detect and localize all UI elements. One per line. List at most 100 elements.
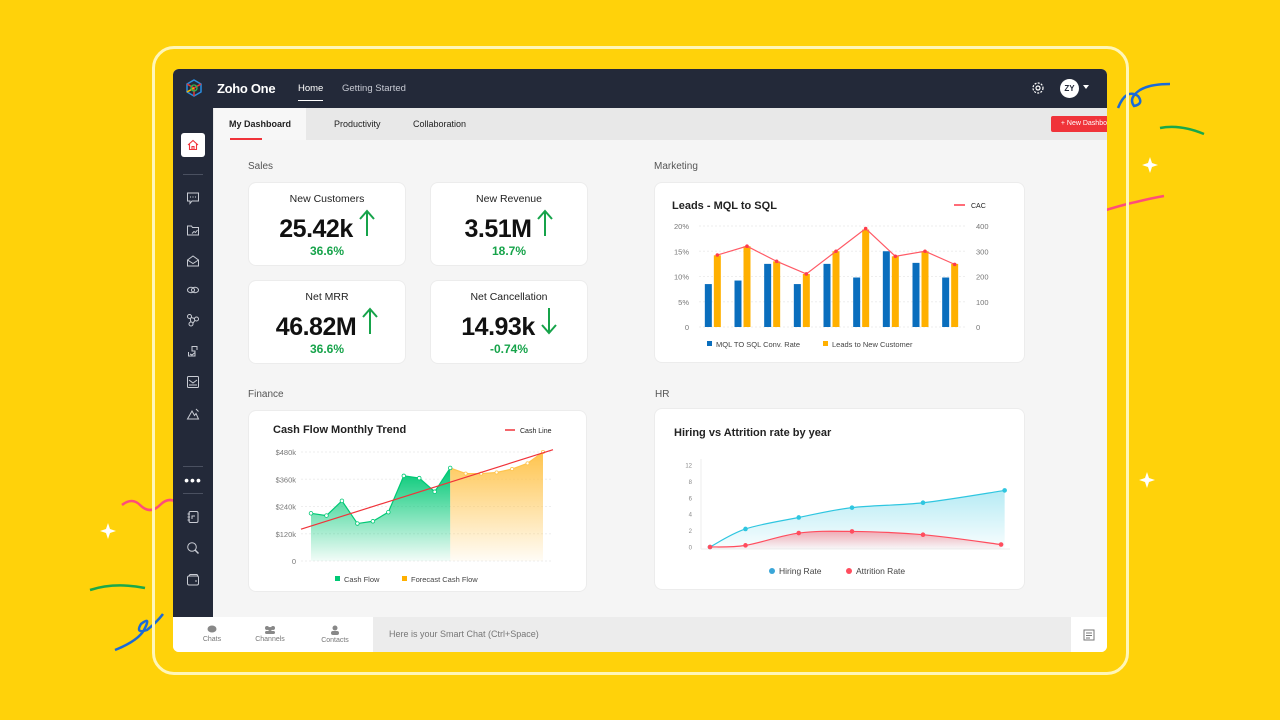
nav-getting-started[interactable]: Getting Started — [342, 83, 406, 94]
kpi-title: New Revenue — [431, 193, 587, 205]
group-icon — [264, 625, 276, 634]
nav-home[interactable]: Home — [298, 83, 323, 94]
zoho-logo-icon — [184, 78, 204, 98]
arrow-up-icon — [362, 307, 378, 335]
kpi-value: 14.93k — [461, 313, 534, 341]
arrow-up-icon — [359, 209, 375, 237]
bar-leads — [714, 255, 721, 327]
bar-mql — [764, 264, 771, 327]
legend-forecast-swatch — [402, 576, 407, 581]
sidebar-item-cliq[interactable] — [183, 188, 203, 208]
sidebar-item-insights[interactable] — [183, 404, 203, 424]
divider — [183, 493, 203, 494]
attrition-point — [921, 532, 926, 537]
kpi-change: 36.6% — [249, 244, 405, 258]
divider — [183, 174, 203, 175]
cashflow-point — [387, 510, 391, 514]
section-finance: Finance — [248, 389, 284, 400]
kpi-card: Net Cancellation 14.93k -0.74% — [430, 280, 588, 364]
y-right-tick: 300 — [976, 247, 989, 256]
contacts-button[interactable]: Contacts — [315, 625, 355, 644]
bar-leads — [922, 251, 929, 327]
legend-hiring: Hiring Rate — [779, 566, 822, 576]
smart-chat-input[interactable]: Here is your Smart Chat (Ctrl+Space) — [373, 617, 1071, 652]
cashflow-point — [417, 476, 421, 480]
chat-bubble-icon — [207, 625, 217, 634]
bar-mql — [942, 278, 949, 327]
legend-cashflow: Cash Flow — [344, 575, 380, 584]
kpi-card: New Revenue 3.51M 18.7% — [430, 182, 588, 266]
bar-mql — [794, 284, 801, 327]
cac-point — [716, 253, 720, 257]
cac-point — [864, 227, 868, 231]
app-window: Zoho One Home Getting Started ZY ••• My … — [173, 69, 1107, 652]
legend-attrition-dot — [846, 568, 852, 574]
bar-mql — [913, 263, 920, 327]
sidebar-item-workdrive[interactable] — [183, 220, 203, 240]
hiring-point — [743, 527, 748, 532]
hiring-point — [921, 500, 926, 505]
sign-icon — [186, 344, 200, 358]
avatar[interactable]: ZY — [1060, 79, 1079, 98]
bar-mql — [883, 251, 890, 327]
hr-chart: 0246812Hiring RateAttrition Rate — [655, 409, 1026, 591]
arrow-down-icon — [541, 307, 557, 335]
leads-chart: 005%10010%20015%30020%400CACMQL TO SQL C… — [655, 183, 1026, 364]
cashflow-chart: 0$120k$240k$360k$480kCash LineCash FlowF… — [249, 411, 588, 593]
legend-cac: CAC — [971, 203, 986, 210]
y-tick: $360k — [276, 475, 297, 484]
gear-icon[interactable] — [1031, 81, 1045, 95]
kpi-card: New Customers 25.42k 36.6% — [248, 182, 406, 266]
hiring-point — [796, 515, 801, 520]
chats-button[interactable]: Chats — [192, 625, 232, 643]
more-icon[interactable]: ••• — [183, 470, 203, 490]
y-tick: $120k — [276, 530, 297, 539]
sidebar-item-search[interactable] — [183, 538, 203, 558]
sidebar-item-notebook[interactable] — [183, 507, 203, 527]
attrition-point — [999, 542, 1004, 547]
channels-button[interactable]: Channels — [250, 625, 290, 643]
y-left-tick: 5% — [678, 298, 689, 307]
y-tick: 6 — [689, 496, 693, 502]
cashflow-point — [433, 490, 437, 494]
sidebar-item-sign[interactable] — [183, 341, 203, 361]
cac-point — [805, 272, 809, 276]
tab-my-dashboard[interactable]: My Dashboard — [214, 108, 306, 140]
person-icon — [330, 625, 340, 635]
chevron-down-icon[interactable] — [1083, 85, 1089, 89]
notes-icon[interactable] — [1082, 628, 1096, 642]
cashflow-point — [340, 499, 344, 503]
leads-chart-card: Leads - MQL to SQL 005%10010%20015%30020… — [654, 182, 1025, 363]
chat-icon — [186, 191, 200, 205]
cashflow-chart-card: Cash Flow Monthly Trend 0$120k$240k$360k… — [248, 410, 587, 592]
sidebar-item-analytics[interactable] — [183, 372, 203, 392]
sidebar-item-wallet[interactable] — [183, 570, 203, 590]
forecast-point — [464, 472, 467, 475]
sidebar-item-links[interactable] — [183, 280, 203, 300]
kpi-change: -0.74% — [431, 342, 587, 356]
y-left-tick: 10% — [674, 273, 689, 282]
bar-mql — [705, 284, 712, 327]
sidebar-item-network[interactable] — [183, 310, 203, 330]
legend-forecast: Forecast Cash Flow — [411, 575, 478, 584]
bar-mql — [735, 281, 742, 327]
tab-productivity[interactable]: Productivity — [334, 108, 381, 140]
kpi-change: 18.7% — [431, 244, 587, 258]
new-dashboard-button[interactable]: + New Dashboard — [1051, 116, 1107, 132]
link-icon — [186, 283, 200, 297]
legend-leads: Leads to New Customer — [832, 340, 913, 349]
sidebar-item-mail[interactable] — [183, 251, 203, 271]
cac-point — [894, 255, 898, 259]
forecast-area — [450, 452, 543, 561]
bottom-bar: Chats Channels Contacts Here is your Sma… — [173, 617, 1107, 652]
sidebar-item-home[interactable] — [181, 133, 205, 157]
bar-leads — [833, 251, 840, 327]
kpi-value-row: 46.82M — [249, 307, 405, 342]
section-hr: HR — [655, 389, 669, 400]
kpi-value-row: 14.93k — [431, 307, 587, 342]
kpi-value-row: 25.42k — [249, 209, 405, 244]
tab-collaboration[interactable]: Collaboration — [413, 108, 466, 140]
search-icon — [186, 541, 200, 555]
cashflow-point — [402, 474, 406, 478]
notebook-icon — [186, 510, 200, 524]
